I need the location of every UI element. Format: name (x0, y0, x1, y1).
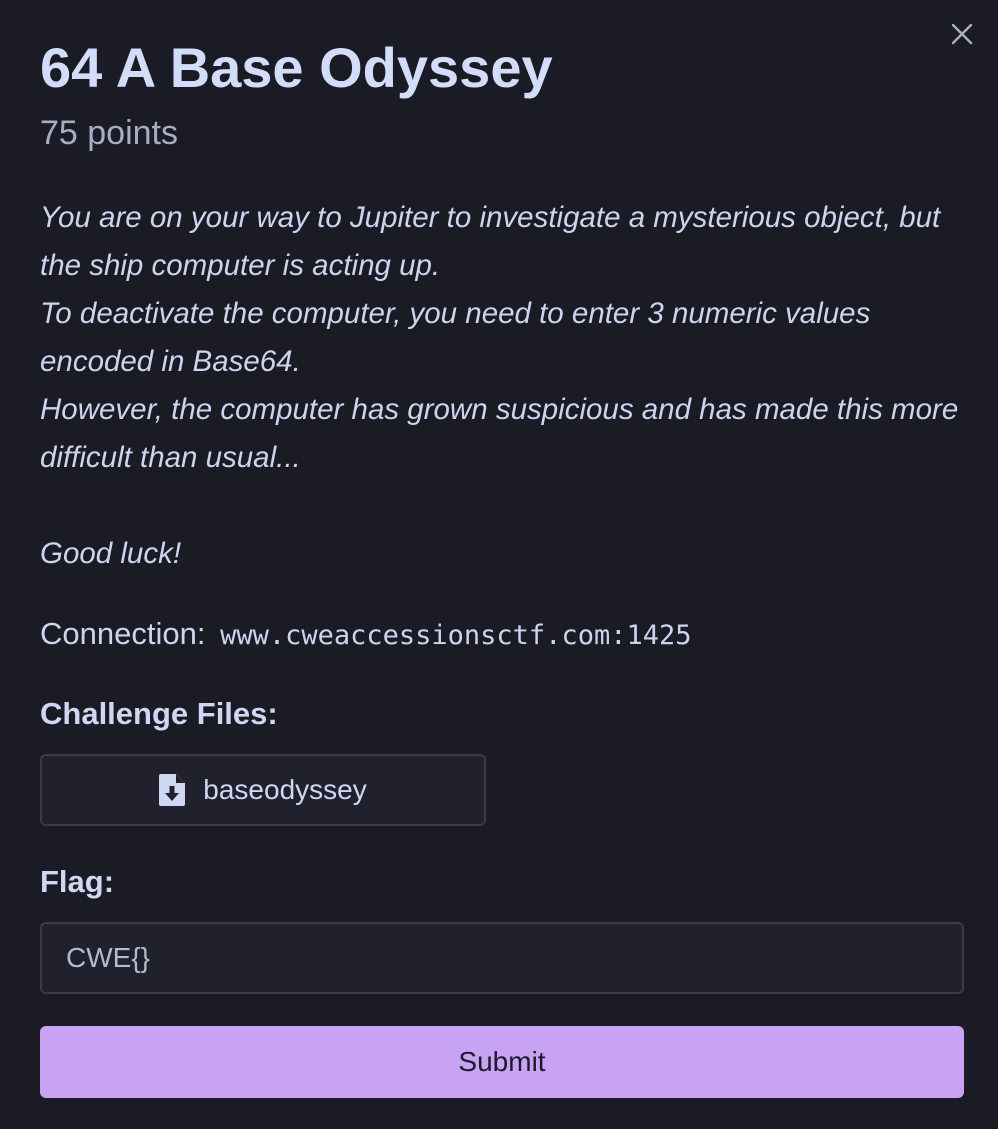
challenge-title: 64 A Base Odyssey (40, 36, 553, 99)
challenge-files-label: Challenge Files: (40, 696, 278, 731)
file-name: baseodyssey (203, 774, 367, 805)
flag-label: Flag: (40, 864, 115, 899)
challenge-description: You are on your way to Jupiter to invest… (40, 194, 970, 578)
flag-input[interactable] (40, 922, 964, 994)
connection-info: Connection: www.cweaccessionsctf.com:142… (40, 612, 691, 658)
connection-address: www.cweaccessionsctf.com:1425 (220, 620, 692, 651)
description-line: Good luck! (40, 537, 182, 570)
file-download-icon (159, 774, 186, 806)
close-icon (951, 23, 973, 45)
description-line: You are on your way to Jupiter to invest… (40, 201, 941, 282)
download-file-button[interactable]: baseodyssey (40, 754, 486, 826)
description-line: However, the computer has grown suspicio… (40, 393, 959, 474)
close-button[interactable] (948, 20, 976, 48)
connection-label: Connection: (40, 616, 206, 651)
challenge-points: 75 points (40, 114, 178, 152)
challenge-modal: 64 A Base Odyssey 75 points You are on y… (0, 0, 998, 1129)
description-line: To deactivate the computer, you need to … (40, 297, 871, 378)
submit-button[interactable]: Submit (40, 1026, 964, 1098)
